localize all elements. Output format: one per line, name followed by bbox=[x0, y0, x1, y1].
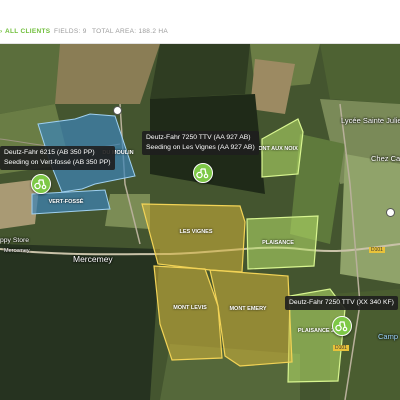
tractor-pin[interactable] bbox=[31, 174, 51, 194]
top-bar: › ALL CLIENTS FIELDS: 9 TOTAL AREA: 188.… bbox=[0, 0, 400, 44]
machine-name: Deutz-Fahr 6215 (AB 350 PP) bbox=[4, 149, 95, 156]
field-label: PLAISANCE 2 bbox=[297, 328, 335, 334]
breadcrumb-separator: › bbox=[0, 28, 3, 35]
field-label: MONT LEVIS bbox=[173, 305, 207, 311]
all-clients-link[interactable]: ALL CLIENTS bbox=[5, 28, 50, 36]
field-label: PLAISANCE bbox=[262, 240, 294, 246]
machine-activity: Seeding on Vert-fossé (AB 350 PP) bbox=[4, 159, 111, 166]
field-label: LES VIGNES bbox=[179, 229, 213, 235]
machine-tooltip: Deutz-Fahr 7250 TTV (AA 927 AB) Seeding … bbox=[142, 131, 259, 155]
tractor-icon bbox=[335, 321, 348, 332]
tractor-icon bbox=[34, 179, 47, 190]
field-les-vignes bbox=[141, 203, 246, 273]
machine-name: Deutz-Fahr 7250 TTV (AA 927 AB) bbox=[146, 134, 251, 141]
total-area: TOTAL AREA: 188.2 HA bbox=[92, 28, 168, 35]
poi-marker-icon[interactable] bbox=[386, 208, 395, 217]
place-label: Mercemey bbox=[73, 254, 113, 264]
place-label: ppy Store bbox=[0, 237, 30, 244]
machine-name: Deutz-Fahr 7250 TTV (XX 340 KF) bbox=[289, 299, 394, 306]
machine-tooltip: Deutz-Fahr 6215 (AB 350 PP) Seeding on V… bbox=[0, 146, 115, 170]
field-label: VERT-FOSSÉ bbox=[48, 199, 84, 205]
satellite-map[interactable]: DU MOULIN VERT-FOSSÉ ONT AUX NOIX LES VI… bbox=[0, 44, 400, 400]
road-label: D101 bbox=[369, 247, 385, 253]
field-label: MONT EMERY bbox=[229, 306, 267, 312]
field-label: ONT AUX NOIX bbox=[258, 146, 298, 152]
fields-count: FIELDS: 9 bbox=[54, 28, 87, 35]
tractor-icon bbox=[196, 168, 209, 179]
machine-activity: Seeding on Les Vignes (AA 927 AB) bbox=[146, 144, 255, 151]
place-label: Mercemey bbox=[4, 248, 30, 254]
machine-tooltip: Deutz-Fahr 7250 TTV (XX 340 KF) bbox=[285, 296, 398, 310]
place-label: Chez Ca bbox=[371, 154, 400, 163]
poi-marker-icon[interactable] bbox=[113, 106, 122, 115]
tractor-pin[interactable] bbox=[332, 316, 352, 336]
place-label: Camp bbox=[378, 332, 399, 341]
tractor-pin[interactable] bbox=[193, 163, 213, 183]
place-label: Lycée Sainte Julie bbox=[341, 116, 400, 125]
road-label: D101 bbox=[333, 345, 349, 351]
